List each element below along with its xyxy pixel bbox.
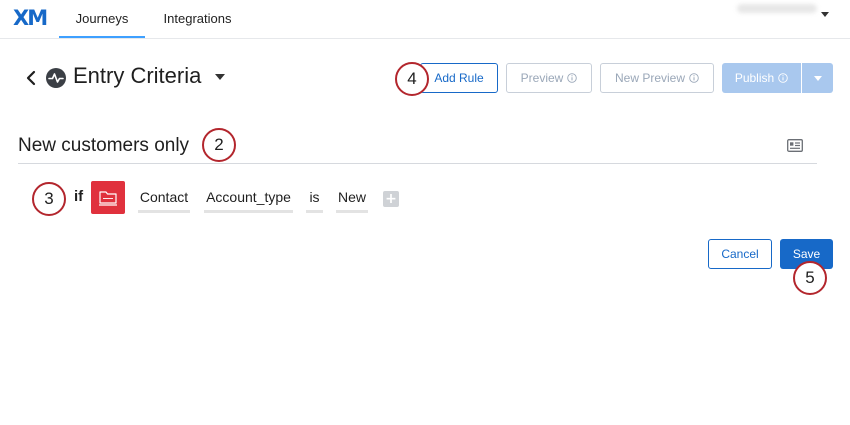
condition-field-token[interactable]: Account_type (204, 189, 293, 213)
user-menu-caret-icon[interactable] (821, 12, 829, 17)
preview-label: Preview (520, 71, 564, 85)
pulse-icon (46, 68, 66, 88)
contact-folder-icon[interactable] (91, 181, 125, 214)
callout-3: 3 (32, 182, 66, 216)
add-rule-label: Add Rule (434, 71, 484, 85)
cancel-button[interactable]: Cancel (708, 239, 772, 269)
publish-menu-button[interactable] (801, 63, 833, 93)
callout-4: 4 (395, 62, 429, 96)
plus-icon[interactable]: + (383, 191, 399, 207)
callout-5: 5 (793, 261, 827, 295)
user-name-blurred[interactable] (737, 4, 817, 13)
info-icon (689, 73, 699, 83)
add-rule-button[interactable]: Add Rule (420, 63, 498, 93)
caret-down-icon (813, 75, 822, 81)
top-nav: XM Journeys Integrations (0, 0, 850, 39)
xm-logo[interactable]: XM (13, 6, 48, 30)
preview-button[interactable]: Preview (506, 63, 592, 93)
id-card-icon[interactable] (787, 139, 803, 152)
callout-2: 2 (202, 128, 236, 162)
page-title: Entry Criteria (73, 63, 202, 88)
info-icon (778, 73, 788, 83)
condition-operator-token[interactable]: is (306, 189, 323, 213)
chevron-left-icon[interactable] (23, 68, 41, 88)
rule-divider (18, 163, 817, 164)
tab-journeys[interactable]: Journeys (59, 11, 145, 38)
new-preview-label: New Preview (614, 71, 686, 85)
publish-label: Publish (734, 71, 775, 85)
condition-source-token[interactable]: Contact (138, 189, 190, 213)
title-menu-caret-icon[interactable] (215, 74, 225, 80)
publish-button[interactable]: Publish (722, 63, 801, 93)
condition-value-token[interactable]: New (336, 189, 368, 213)
rule-name[interactable]: New customers only (18, 135, 189, 157)
condition-keyword: if (74, 188, 84, 205)
new-preview-button[interactable]: New Preview (600, 63, 714, 93)
info-icon (567, 73, 578, 83)
save-label: Save (792, 247, 821, 261)
cancel-label: Cancel (721, 247, 759, 261)
tab-integrations[interactable]: Integrations (160, 11, 235, 38)
